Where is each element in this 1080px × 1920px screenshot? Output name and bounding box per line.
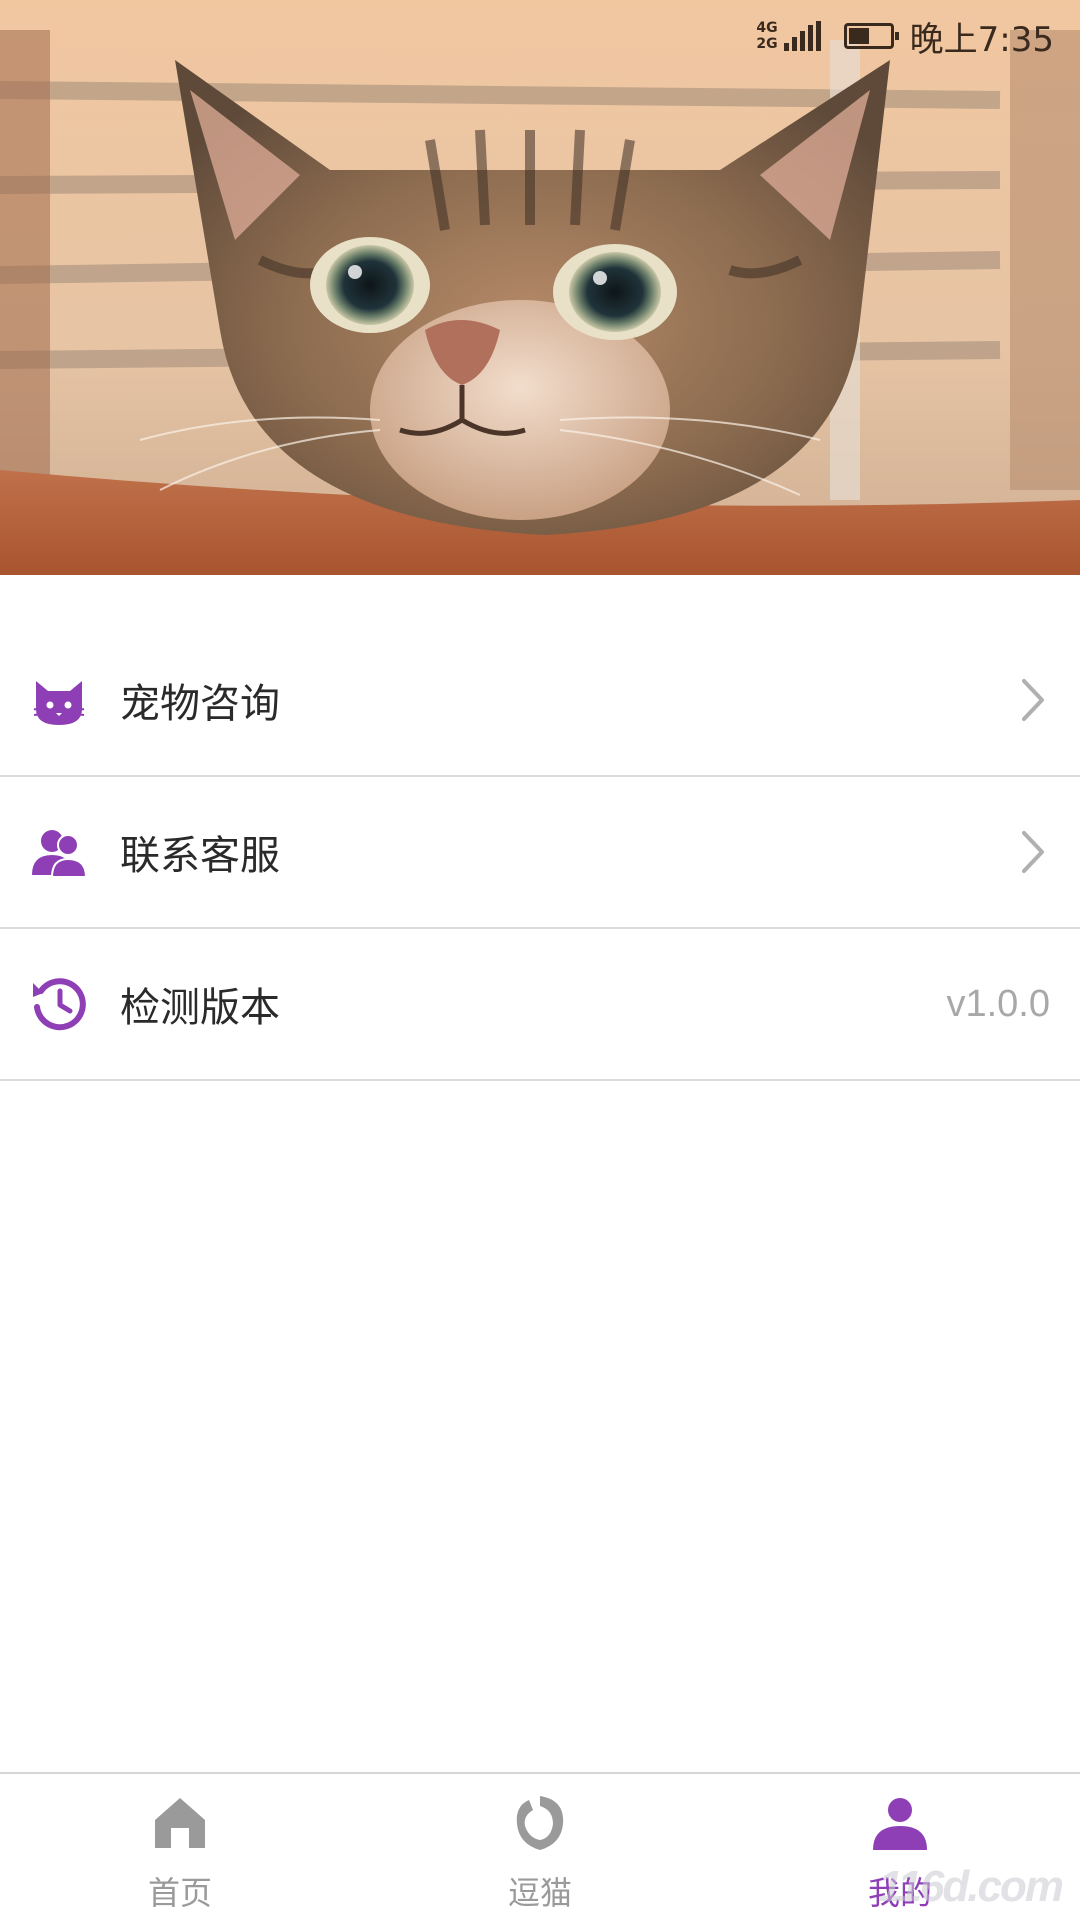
network-top-label: 4G bbox=[756, 20, 778, 36]
nav-tab-label: 首页 bbox=[147, 1874, 212, 1912]
status-bar: 4G 2G 晚上7:35 bbox=[0, 0, 1080, 72]
app-version: v1.0.0 bbox=[946, 982, 1050, 1025]
cat-play-icon bbox=[516, 1796, 564, 1850]
menu-item-check-version[interactable]: 检测版本 v1.0.0 bbox=[0, 929, 1080, 1081]
menu-item-pet-consult[interactable]: 宠物咨询 bbox=[0, 625, 1080, 777]
settings-menu: 宠物咨询 联系客服 检测版本 v1.0.0 bbox=[0, 625, 1080, 1081]
menu-item-label: 检测版本 bbox=[120, 985, 280, 1031]
signal-strength-icon bbox=[783, 21, 824, 51]
profile-screen: 4G 2G 晚上7:35 宠物咨询 联系客服 检测版本 v1.0.0 首页 逗猫… bbox=[0, 0, 1080, 1920]
watermark: 116d.com bbox=[878, 1862, 1064, 1911]
network-type-icon: 4G 2G bbox=[756, 20, 777, 52]
nav-tab-play-cat[interactable]: 逗猫 bbox=[360, 1774, 720, 1920]
chevron-right-icon bbox=[1022, 831, 1044, 873]
nav-tab-home[interactable]: 首页 bbox=[0, 1774, 360, 1920]
home-icon bbox=[155, 1798, 205, 1848]
header-cat-photo bbox=[0, 0, 1080, 575]
menu-item-label: 联系客服 bbox=[120, 833, 280, 879]
nav-tab-label: 逗猫 bbox=[507, 1874, 572, 1912]
menu-item-contact-support[interactable]: 联系客服 bbox=[0, 777, 1080, 929]
users-icon bbox=[32, 830, 88, 878]
status-time: 晚上7:35 bbox=[909, 19, 1054, 60]
tabby-cat-photo bbox=[0, 0, 1080, 575]
menu-item-label: 宠物咨询 bbox=[120, 681, 280, 727]
bottom-nav: 首页 逗猫 我的 116d.com bbox=[0, 1772, 1080, 1920]
network-bottom-label: 2G bbox=[756, 36, 778, 52]
chevron-right-icon bbox=[1022, 679, 1044, 721]
person-icon bbox=[873, 1798, 927, 1850]
battery-icon bbox=[843, 23, 899, 49]
history-icon bbox=[33, 978, 86, 1031]
cat-icon bbox=[33, 681, 85, 725]
